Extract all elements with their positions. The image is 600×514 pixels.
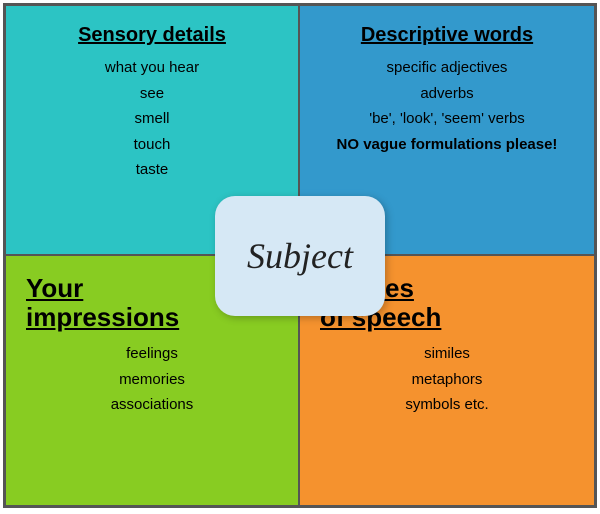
list-item: specific adjectives xyxy=(320,55,574,81)
descriptive-words-list: specific adjectivesadverbs'be', 'look', … xyxy=(320,55,574,157)
list-item: smell xyxy=(26,106,278,132)
subject-box: Subject xyxy=(215,196,385,316)
descriptive-words-title: Descriptive words xyxy=(320,24,574,47)
list-item: memories xyxy=(26,367,278,393)
list-item: 'be', 'look', 'seem' verbs xyxy=(320,106,574,132)
list-item: adverbs xyxy=(320,81,574,107)
list-item: feelings xyxy=(26,341,278,367)
list-item: touch xyxy=(26,132,278,158)
sensory-details-list: what you hearseesmelltouchtaste xyxy=(26,55,278,183)
list-item: similes xyxy=(320,341,574,367)
sensory-details-title: Sensory details xyxy=(26,24,278,47)
diagram-container: Sensory details what you hearseesmelltou… xyxy=(3,3,597,508)
list-item: what you hear xyxy=(26,55,278,81)
your-impressions-list: feelingsmemoriesassociations xyxy=(26,341,278,418)
list-item: NO vague formulations please! xyxy=(320,132,574,158)
list-item: see xyxy=(26,81,278,107)
subject-label: Subject xyxy=(247,235,353,277)
list-item: metaphors xyxy=(320,367,574,393)
figures-of-speech-list: similesmetaphorssymbols etc. xyxy=(320,341,574,418)
list-item: symbols etc. xyxy=(320,392,574,418)
list-item: taste xyxy=(26,157,278,183)
list-item: associations xyxy=(26,392,278,418)
